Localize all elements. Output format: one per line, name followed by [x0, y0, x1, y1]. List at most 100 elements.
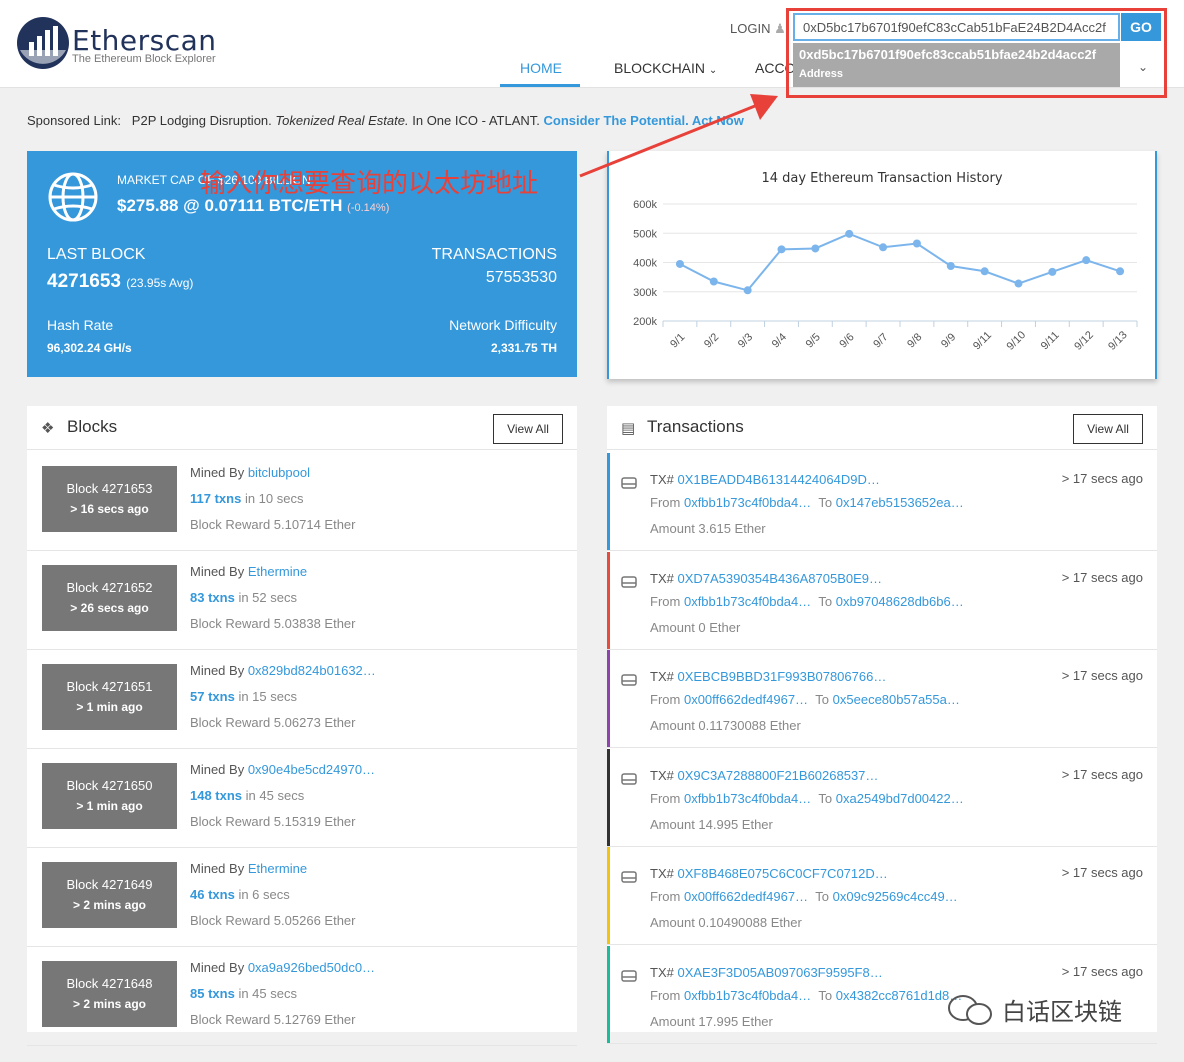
block-number[interactable]: Block 4271649	[42, 877, 177, 892]
difficulty-value[interactable]: 2,331.75 TH	[491, 341, 557, 355]
miner-link[interactable]: 0x90e4be5cd24970…	[248, 762, 375, 777]
txns-link[interactable]: 83 txns	[190, 590, 235, 605]
y-tick-label: 500k	[633, 228, 657, 240]
tx-age: > 17 secs ago	[1061, 865, 1143, 880]
blocks-panel-header: ❖ Blocks View All	[27, 406, 577, 450]
watermark-text: 白话区块链	[1002, 998, 1122, 1026]
block-miner-line: Mined By Ethermine	[190, 564, 307, 579]
transactions-panel: ▤ Transactions View All TX# 0X1BEADD4B61…	[607, 406, 1157, 1044]
tx-age: > 17 secs ago	[1061, 668, 1143, 683]
to-label: To	[818, 593, 833, 609]
last-block-value[interactable]: 4271653 (23.95s Avg)	[47, 271, 193, 293]
miner-link[interactable]: 0x829bd824b01632…	[248, 663, 376, 678]
block-age: > 1 min ago	[76, 799, 143, 813]
miner-link[interactable]: Ethermine	[248, 861, 307, 876]
chevron-down-icon[interactable]: ⌄	[1138, 60, 1148, 74]
block-reward: Block Reward 5.15319 Ether	[190, 814, 356, 829]
search-suggestion[interactable]: 0xd5bc17b6701f90efc83ccab51bfae24b2d4acc…	[793, 43, 1120, 87]
tx-hash-link[interactable]: 0X1BEADD4B61314424064D9D…	[677, 472, 879, 487]
tx-hash-link[interactable]: 0XF8B468E075C6C0CF7C0712D…	[677, 866, 887, 881]
block-number[interactable]: Block 4271653	[42, 481, 177, 496]
nav-blockchain-label[interactable]: BLOCKCHAIN	[614, 60, 705, 76]
block-reward: Block Reward 5.12769 Ether	[190, 1012, 356, 1027]
to-address-link[interactable]: 0x5eece80b57a55a…	[833, 692, 960, 707]
txns-link[interactable]: 46 txns	[190, 887, 235, 902]
to-label: To	[815, 692, 830, 707]
to-address-link[interactable]: 0xb97048628db6b6…	[836, 594, 964, 609]
tx-amount: Amount 3.615 Ether	[650, 521, 766, 536]
txns-link[interactable]: 57 txns	[190, 689, 235, 704]
tx-hash-link[interactable]: 0XD7A5390354B436A8705B0E9…	[677, 571, 882, 586]
nav-blockchain[interactable]: BLOCKCHAIN ⌄	[614, 60, 717, 76]
suggestion-address[interactable]: 0xd5bc17b6701f90efc83ccab51bfae24b2d4acc…	[799, 47, 1114, 62]
search-input[interactable]	[793, 13, 1120, 41]
to-label: To	[818, 495, 833, 510]
miner-link[interactable]: 0xa9a926bed50dc0…	[248, 960, 375, 975]
block-tile[interactable]: Block 4271649 > 2 mins ago	[42, 862, 177, 928]
etherscan-logo-icon[interactable]	[16, 16, 70, 70]
transaction-icon	[621, 674, 637, 686]
transactions-value[interactable]: 57553530	[486, 269, 557, 287]
block-miner-line: Mined By Ethermine	[190, 861, 307, 876]
block-miner-line: Mined By 0x829bd824b01632…	[190, 663, 376, 678]
to-address-link[interactable]: 0x09c92569c4cc49…	[833, 889, 958, 904]
tx-from-to-line: From 0xfbb1b73c4f0bda4… To 0xb97048628db…	[650, 594, 964, 609]
x-tick-label: 9/4	[770, 331, 789, 350]
block-tile[interactable]: Block 4271653 > 16 secs ago	[42, 466, 177, 532]
tx-from-to-line: From 0xfbb1b73c4f0bda4… To 0xa2549bd7d00…	[650, 791, 964, 806]
block-txns-line: 57 txns in 15 secs	[190, 689, 297, 704]
block-age: > 2 mins ago	[72, 997, 147, 1011]
tx-label: TX#	[650, 669, 674, 684]
txns-link[interactable]: 85 txns	[190, 986, 235, 1001]
block-txns-line: 46 txns in 6 secs	[190, 887, 290, 902]
miner-link[interactable]: Ethermine	[248, 564, 307, 579]
y-tick-label: 400k	[633, 258, 657, 270]
to-address-link[interactable]: 0xa2549bd7d00422…	[836, 791, 964, 806]
block-tile[interactable]: Block 4271651 > 1 min ago	[42, 664, 177, 730]
block-number[interactable]: Block 4271648	[42, 976, 177, 991]
block-number[interactable]: Block 4271652	[42, 580, 177, 595]
block-time: in 52 secs	[238, 590, 297, 605]
go-button[interactable]: GO	[1121, 13, 1161, 41]
block-tile[interactable]: Block 4271652 > 26 secs ago	[42, 565, 177, 631]
x-tick-label: 9/2	[702, 331, 721, 350]
nav-home[interactable]: HOME	[520, 60, 562, 76]
login-link[interactable]: LOGIN ♟	[730, 21, 786, 37]
last-block-number[interactable]: 4271653	[47, 271, 121, 292]
from-address-link[interactable]: 0xfbb1b73c4f0bda4…	[684, 495, 811, 510]
block-tile[interactable]: Block 4271648 > 2 mins ago	[42, 961, 177, 1027]
tx-hash-link[interactable]: 0XAE3F3D05AB097063F9595F8…	[677, 965, 882, 980]
from-address-link[interactable]: 0xfbb1b73c4f0bda4…	[684, 791, 811, 806]
from-address-link[interactable]: 0x00ff662dedf4967…	[684, 889, 808, 904]
block-time-avg: (23.95s Avg)	[126, 276, 194, 290]
data-point	[980, 267, 989, 276]
from-address-link[interactable]: 0x00ff662dedf4967…	[684, 692, 808, 707]
transaction-row: TX# 0XD7A5390354B436A8705B0E9… > 17 secs …	[607, 551, 1157, 650]
transaction-color-bar	[607, 453, 610, 550]
y-tick-label: 300k	[633, 287, 657, 299]
transactions-view-all-button[interactable]: View All	[1073, 414, 1143, 444]
to-address-link[interactable]: 0x147eb5153652ea…	[836, 495, 964, 510]
data-point	[845, 229, 854, 238]
block-number[interactable]: Block 4271650	[42, 778, 177, 793]
transactions-label: TRANSACTIONS	[431, 246, 557, 263]
block-tile[interactable]: Block 4271650 > 1 min ago	[42, 763, 177, 829]
block-miner-line: Mined By 0x90e4be5cd24970…	[190, 762, 375, 777]
miner-link[interactable]: bitclubpool	[248, 465, 310, 480]
txns-link[interactable]: 148 txns	[190, 788, 242, 803]
txns-link[interactable]: 117 txns	[190, 491, 241, 506]
login-label[interactable]: LOGIN	[730, 21, 770, 36]
data-point	[912, 239, 921, 248]
blocks-view-all-button[interactable]: View All	[493, 414, 563, 444]
to-address-link[interactable]: 0x4382cc8761d1d8…	[836, 988, 963, 1003]
block-miner-line: Mined By bitclubpool	[190, 465, 310, 480]
tx-hash-link[interactable]: 0XEBCB9BBD31F993B07806766…	[677, 669, 886, 684]
from-address-link[interactable]: 0xfbb1b73c4f0bda4…	[684, 988, 811, 1003]
tx-label: TX#	[650, 964, 674, 980]
tx-hash-link[interactable]: 0X9C3A7288800F21B60268537…	[677, 768, 878, 783]
tx-label: TX#	[650, 866, 674, 881]
block-number[interactable]: Block 4271651	[42, 679, 177, 694]
tx-from-to-line: From 0xfbb1b73c4f0bda4… To 0x4382cc8761d…	[650, 988, 962, 1003]
from-address-link[interactable]: 0xfbb1b73c4f0bda4…	[684, 594, 811, 609]
hash-rate-value[interactable]: 96,302.24 GH/s	[47, 341, 132, 355]
